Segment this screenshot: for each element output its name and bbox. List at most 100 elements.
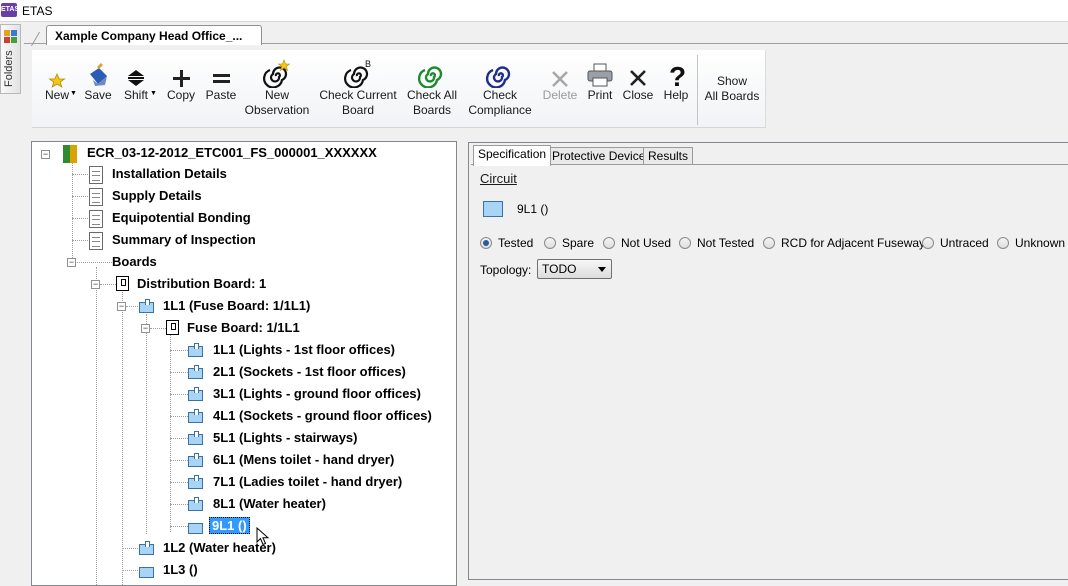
shift-button[interactable]: ▼ Shift [120, 58, 157, 122]
tab-specification[interactable]: Specification [473, 145, 552, 166]
show-all-boards-button[interactable]: Show All Boards [701, 74, 763, 138]
circuit-icon [139, 541, 154, 555]
tree-item-circuit-4l1[interactable]: 4L1 (Sockets - ground floor offices) [213, 408, 432, 423]
document-icon [89, 210, 103, 228]
tree-item-equipotential-bonding[interactable]: Equipotential Bonding [112, 210, 251, 225]
circuit-link[interactable]: Circuit [480, 171, 517, 186]
close-button[interactable]: Close [621, 58, 655, 122]
document-tab[interactable]: Xample Company Head Office_... [46, 25, 262, 45]
star-icon [48, 73, 66, 88]
shift-dropdown-arrow-icon[interactable]: ▼ [150, 86, 157, 101]
circuit-icon [139, 299, 154, 313]
fuse-board-collapse-toggle[interactable]: − [141, 324, 150, 333]
spiral-star-icon [263, 59, 291, 88]
mouse-cursor-icon [256, 527, 270, 546]
report-root-icon [63, 145, 77, 163]
equals-icon [213, 74, 230, 83]
tree-item-1l3[interactable]: 1L3 () [163, 562, 198, 577]
delete-x-icon [552, 71, 568, 87]
shift-arrows-icon [128, 70, 144, 86]
topology-label: Topology: [480, 263, 532, 277]
tree-item-circuit-3l1[interactable]: 3L1 (Lights - ground floor offices) [213, 386, 421, 401]
radio-spare[interactable]: Spare [544, 236, 594, 250]
tree-item-circuit-9l1-selected[interactable]: 9L1 () [209, 517, 250, 534]
navy-spiral-icon [485, 66, 511, 88]
check-all-boards-button[interactable]: Check All Boards [405, 58, 459, 122]
chevron-down-icon [598, 267, 606, 272]
circuit-icon [188, 365, 203, 379]
boards-collapse-toggle[interactable]: − [67, 258, 76, 267]
tree-item-circuit-5l1[interactable]: 5L1 (Lights - stairways) [213, 430, 357, 445]
circuit-icon [188, 431, 203, 445]
tree-item-distribution-board[interactable]: Distribution Board: 1 [137, 276, 266, 291]
tree-root-report[interactable]: ECR_03-12-2012_ETC001_FS_000001_XXXXXX [87, 145, 377, 160]
tree-item-fuse-board[interactable]: Fuse Board: 1/1L1 [187, 320, 300, 335]
title-bar: ETAS ETAS [0, 0, 1068, 22]
circuit-color-swatch [483, 201, 503, 217]
tree-item-circuit-1l1[interactable]: 1L1 (Lights - 1st floor offices) [213, 342, 395, 357]
print-button[interactable]: Print [583, 58, 617, 122]
tree-item-supply-details[interactable]: Supply Details [112, 188, 202, 203]
radio-rcd-for-adjacent-fuseway[interactable]: RCD for Adjacent Fuseway [763, 236, 925, 250]
board-icon [166, 320, 179, 335]
save-icon [90, 63, 107, 86]
specification-tab-content: Circuit 9L1 () Tested Spare Not Used Not… [471, 164, 1068, 579]
help-question-icon: ? [669, 61, 686, 88]
plus-icon [173, 70, 190, 87]
circuit-icon [188, 497, 203, 511]
radio-not-tested[interactable]: Not Tested [679, 236, 754, 250]
circuit-icon [188, 475, 203, 489]
help-button[interactable]: ? Help [659, 58, 693, 122]
document-icon [89, 232, 103, 250]
tree-item-circuit-2l1[interactable]: 2L1 (Sockets - 1st floor offices) [213, 364, 406, 379]
tab-protective-device[interactable]: Protective Device [547, 147, 651, 165]
app-icon: ETAS [1, 3, 19, 17]
inspection-tree[interactable]: − ECR_03-12-2012_ETC001_FS_000001_XXXXXX… [31, 141, 457, 586]
spiral-board-icon: B [344, 59, 371, 88]
distribution-board-collapse-toggle[interactable]: − [91, 280, 100, 289]
check-compliance-button[interactable]: Check Compliance [466, 58, 534, 122]
new-observation-button[interactable]: New Observation [243, 58, 311, 122]
tree-item-circuit-8l1[interactable]: 8L1 (Water heater) [213, 496, 326, 511]
copy-button[interactable]: Copy [164, 58, 198, 122]
green-spiral-icon [417, 66, 443, 88]
tree-item-circuit-6l1[interactable]: 6L1 (Mens toilet - hand dryer) [213, 452, 394, 467]
folders-icon [4, 30, 17, 43]
fuse-1l1-collapse-toggle[interactable]: − [117, 302, 126, 311]
tree-item-circuit-7l1[interactable]: 7L1 (Ladies toilet - hand dryer) [213, 474, 402, 489]
circuit-icon [188, 387, 203, 401]
circuit-icon [188, 523, 203, 534]
document-icon [89, 188, 103, 206]
svg-text:B: B [365, 59, 371, 69]
check-current-board-button[interactable]: B Check Current Board [317, 58, 399, 122]
new-button[interactable]: ▼ New [40, 58, 77, 122]
radio-not-used[interactable]: Not Used [603, 236, 671, 250]
printer-icon [587, 63, 613, 87]
tree-item-fuse-1l1[interactable]: 1L1 (Fuse Board: 1/1L1) [163, 298, 310, 313]
radio-untraced[interactable]: Untraced [922, 236, 989, 250]
ribbon-separator [697, 55, 698, 125]
save-button[interactable]: Save [82, 58, 114, 122]
topology-select[interactable]: TODO [537, 259, 612, 279]
circuit-icon [139, 567, 154, 578]
folders-sidebar-toggle[interactable]: Folders [0, 24, 21, 94]
radio-unknown[interactable]: Unknown [997, 236, 1065, 250]
circuit-icon [188, 409, 203, 423]
svg-text:?: ? [669, 61, 686, 88]
close-x-icon [630, 70, 646, 86]
tree-item-summary-of-inspection[interactable]: Summary of Inspection [112, 232, 256, 247]
ribbon-toolbar: ▼ New Save ▼ Shift Copy Paste New Observ… [32, 50, 766, 128]
document-icon [89, 166, 103, 184]
circuit-name: 9L1 () [517, 202, 549, 216]
paste-button[interactable]: Paste [204, 58, 238, 122]
tree-item-installation-details[interactable]: Installation Details [112, 166, 227, 181]
new-dropdown-arrow-icon[interactable]: ▼ [70, 86, 77, 101]
root-collapse-toggle[interactable]: − [41, 150, 50, 159]
tree-item-boards[interactable]: Boards [112, 254, 157, 269]
app-title: ETAS [22, 4, 53, 18]
radio-tested[interactable]: Tested [480, 236, 533, 250]
board-icon [116, 276, 129, 291]
folders-label: Folders [3, 50, 15, 87]
tab-results[interactable]: Results [643, 147, 694, 165]
delete-button[interactable]: Delete [540, 58, 580, 122]
